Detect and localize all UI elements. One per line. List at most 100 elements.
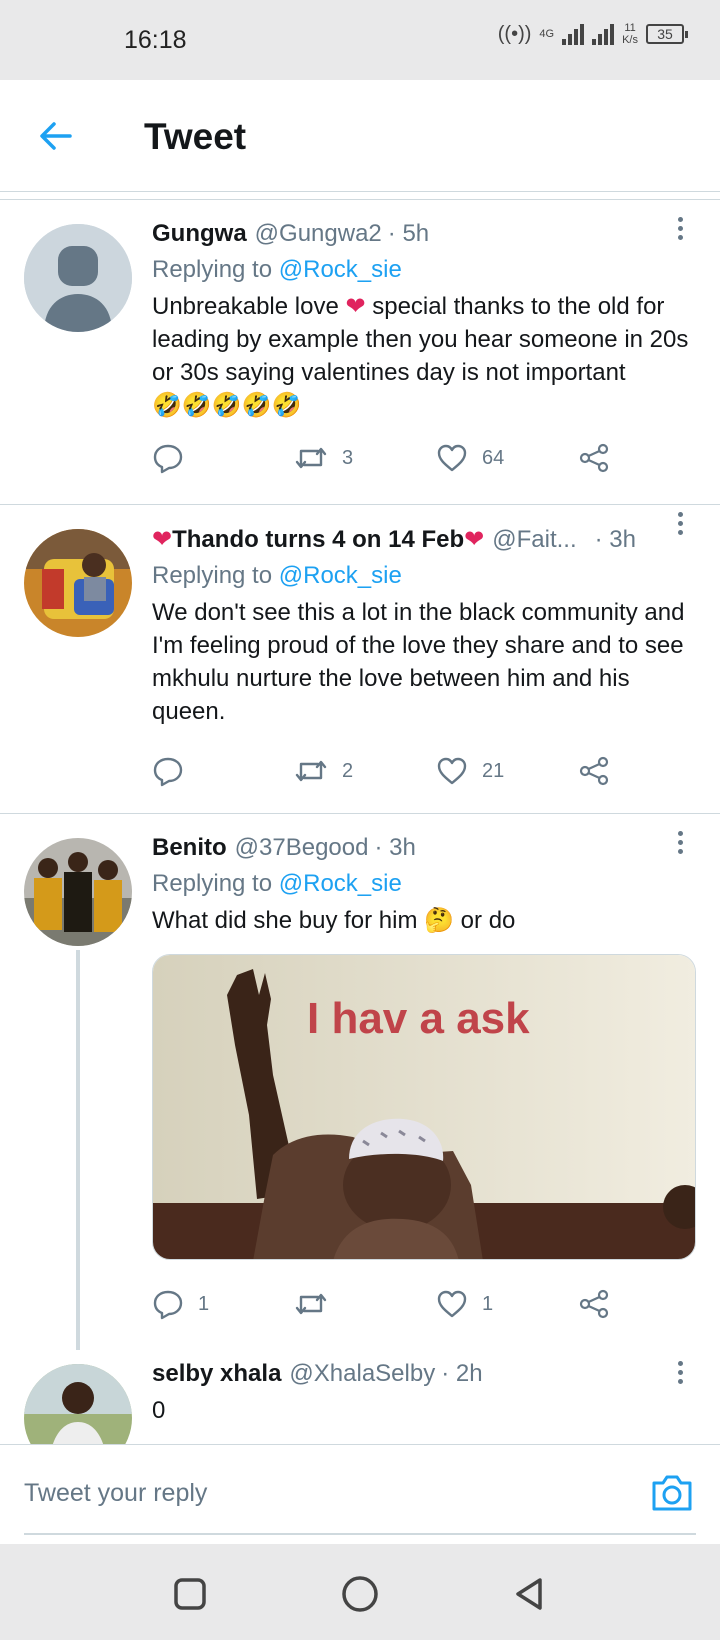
- reply-icon: [153, 1290, 183, 1320]
- tweet-actions: 1 1: [152, 1288, 652, 1328]
- retweet-count: 2: [342, 759, 354, 782]
- reply-icon: [153, 444, 183, 474]
- reply-icon: [153, 757, 183, 787]
- recents-button-icon[interactable]: [170, 1574, 210, 1614]
- display-name[interactable]: selby xhala: [152, 1360, 281, 1388]
- replying-to: Replying to @Rock_sie: [152, 870, 696, 898]
- battery-icon: 35: [646, 24, 688, 44]
- heart-icon: [437, 1290, 467, 1318]
- like-button[interactable]: 1: [436, 1288, 493, 1320]
- tweet-benito[interactable]: Benito @37Begood · 3h Replying to @Rock_…: [0, 814, 720, 1354]
- replying-to: Replying to @Rock_sie: [152, 562, 696, 590]
- system-nav-bar: [0, 1544, 720, 1640]
- display-name[interactable]: Benito: [152, 834, 227, 862]
- share-button[interactable]: [578, 1288, 610, 1320]
- avatar[interactable]: [24, 224, 132, 332]
- reply-button[interactable]: 1: [152, 1288, 209, 1320]
- camera-icon[interactable]: [650, 1471, 694, 1515]
- tweet-meta: Benito @37Begood · 3h: [152, 834, 696, 862]
- share-icon: [579, 756, 609, 786]
- avatar-photo: [24, 529, 132, 637]
- more-options-icon[interactable]: [670, 509, 690, 539]
- share-button[interactable]: [578, 755, 610, 787]
- like-count: 64: [482, 446, 505, 469]
- tweet-selby[interactable]: selby xhala @XhalaSelby · 2h 0: [0, 1354, 720, 1444]
- laughing-emoji-row: 🤣🤣🤣🤣🤣: [152, 392, 302, 419]
- display-name[interactable]: ❤Thando turns 4 on 14 Feb❤: [152, 525, 484, 554]
- meme-caption: I hav a ask: [307, 994, 530, 1043]
- share-icon: [579, 1289, 609, 1319]
- tweet-meta: Gungwa @Gungwa2 · 5h: [152, 220, 696, 248]
- reply-count: 1: [198, 1292, 210, 1315]
- back-button-icon[interactable]: [510, 1574, 550, 1614]
- user-handle[interactable]: @Gungwa2: [255, 220, 382, 248]
- heart-icon: [437, 757, 467, 785]
- replying-label: Replying to: [152, 870, 273, 897]
- retweet-button[interactable]: 3: [294, 442, 353, 474]
- reply-input-underline: [24, 1533, 696, 1535]
- tweet-thando[interactable]: ❤Thando turns 4 on 14 Feb❤ @Fait... · 3h…: [0, 505, 720, 813]
- page-title: Tweet: [144, 116, 247, 157]
- display-name[interactable]: Gungwa: [152, 220, 247, 248]
- tweet-gungwa[interactable]: Gungwa @Gungwa2 · 5h Replying to @Rock_s…: [0, 200, 720, 504]
- user-handle[interactable]: @37Begood: [235, 834, 369, 862]
- tweet-text: What did she buy for him 🤔 or do: [152, 904, 696, 937]
- like-button[interactable]: 21: [436, 755, 504, 787]
- tweet-text: Unbreakable love ❤ special thanks to the…: [152, 290, 696, 422]
- network-speed: 11 K/s: [622, 22, 638, 46]
- tweet-time: · 5h: [387, 220, 430, 247]
- back-arrow-icon[interactable]: [36, 116, 76, 156]
- avatar-photo: [24, 1364, 132, 1444]
- retweet-count: 3: [342, 446, 354, 469]
- avatar[interactable]: [24, 1364, 132, 1444]
- red-heart-emoji: ❤: [345, 293, 366, 320]
- signal-icon-2: [592, 23, 615, 45]
- avatar[interactable]: [24, 529, 132, 637]
- retweet-icon: [295, 760, 327, 782]
- reply-input[interactable]: Tweet your reply: [24, 1479, 207, 1508]
- red-heart-emoji: ❤: [152, 526, 173, 553]
- tweet-time: · 2h: [441, 1360, 483, 1387]
- more-options-icon[interactable]: [670, 1358, 690, 1388]
- retweet-icon: [295, 447, 327, 469]
- replying-handle[interactable]: @Rock_sie: [279, 256, 402, 283]
- tweet-text: We don't see this a lot in the black com…: [152, 599, 685, 725]
- thread-connector: [76, 950, 80, 1350]
- more-options-icon[interactable]: [670, 214, 690, 244]
- retweet-button[interactable]: 2: [294, 755, 353, 787]
- default-avatar-icon: [24, 224, 132, 332]
- replying-handle[interactable]: @Rock_sie: [279, 870, 402, 897]
- like-button[interactable]: 64: [436, 442, 504, 474]
- meme-image: I hav a ask: [153, 955, 695, 1259]
- tweet-meta: ❤Thando turns 4 on 14 Feb❤ @Fait... · 3h: [152, 525, 696, 554]
- tweet-image[interactable]: I hav a ask: [152, 954, 696, 1260]
- replying-to: Replying to @Rock_sie: [152, 256, 696, 284]
- tweet-text-part: What did she buy for him: [152, 907, 425, 934]
- like-count: 21: [482, 759, 505, 782]
- tweet-actions: 3 64: [152, 442, 652, 482]
- more-options-icon[interactable]: [670, 828, 690, 858]
- heart-icon: [437, 444, 467, 472]
- share-icon: [579, 443, 609, 473]
- network-type: 4G: [539, 27, 555, 40]
- status-bar: 16:18 ((•)) 4G 11 K/s 35: [0, 0, 720, 80]
- reply-button[interactable]: [152, 442, 184, 474]
- tweet-text-part: or do: [454, 907, 516, 934]
- avatar[interactable]: [24, 838, 132, 946]
- replying-handle[interactable]: @Rock_sie: [279, 562, 402, 589]
- home-button-icon[interactable]: [340, 1574, 380, 1614]
- tweet-meta: selby xhala @XhalaSelby · 2h: [152, 1360, 696, 1388]
- signal-icon: [562, 23, 585, 45]
- retweet-button[interactable]: [294, 1288, 328, 1320]
- reply-button[interactable]: [152, 755, 184, 787]
- replying-label: Replying to: [152, 562, 273, 589]
- avatar-photo: [24, 838, 132, 946]
- tweet-actions: 2 21: [152, 755, 652, 795]
- user-handle[interactable]: @XhalaSelby: [289, 1360, 435, 1388]
- user-handle[interactable]: @Fait...: [492, 526, 576, 554]
- retweet-icon: [295, 1293, 327, 1315]
- display-name-text: Thando turns 4 on 14 Feb: [172, 526, 465, 553]
- tweet-time: · 3h: [594, 525, 636, 553]
- share-button[interactable]: [578, 442, 610, 474]
- tweet-time: · 3h: [374, 834, 416, 861]
